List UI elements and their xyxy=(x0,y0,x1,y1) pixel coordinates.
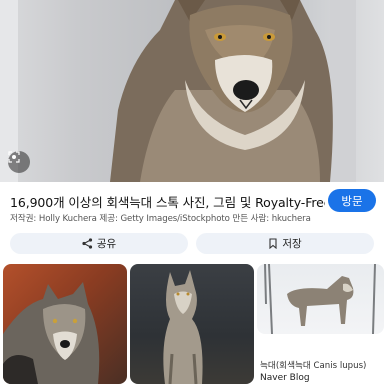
bookmark-icon xyxy=(269,238,277,249)
hero-image[interactable] xyxy=(0,0,384,182)
wolf-thumbnail xyxy=(163,270,203,384)
related-image-1[interactable] xyxy=(3,264,127,384)
image-viewer: 16,900개 이상의 회색늑대 스톡 사진, 그림 및 Royalty-Fre… xyxy=(0,0,384,384)
save-label: 저장 xyxy=(282,238,302,250)
visit-button[interactable]: 방문 xyxy=(328,189,376,212)
share-label: 공유 xyxy=(96,238,117,250)
lens-button[interactable] xyxy=(8,151,30,173)
related-image-2[interactable] xyxy=(130,264,254,384)
credit-text: 저작권: Holly Kuchera 제공: Getty Images/iSto… xyxy=(10,214,311,224)
share-button[interactable]: 공유 xyxy=(10,233,188,254)
lens-icon xyxy=(8,151,20,163)
related-image-3-source[interactable]: Naver Blog xyxy=(260,373,384,383)
related-image-3-caption[interactable]: 늑대(회색늑대 Canis lupus) xyxy=(260,359,384,371)
result-title[interactable]: 16,900개 이상의 회색늑대 스톡 사진, 그림 및 Royalty-Fre… xyxy=(10,192,325,211)
related-image-3[interactable] xyxy=(257,264,384,334)
wolf-thumbnail xyxy=(264,264,376,334)
wolf-illustration xyxy=(110,0,333,182)
save-button[interactable]: 저장 xyxy=(196,233,374,254)
share-icon xyxy=(82,238,92,249)
wolf-thumbnail xyxy=(3,282,100,384)
